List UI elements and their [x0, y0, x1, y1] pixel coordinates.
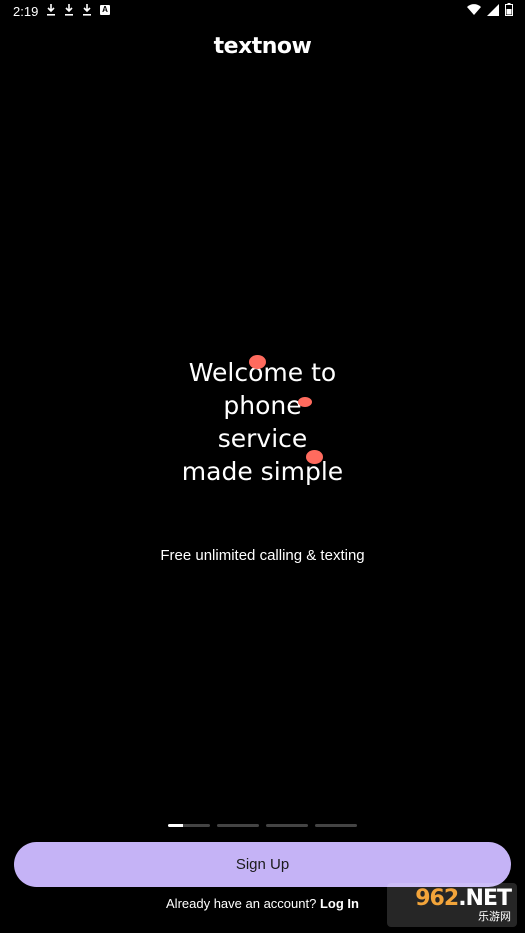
page-indicator-dot [315, 824, 357, 827]
chat-bubble-icon [249, 355, 266, 369]
signal-icon [487, 3, 499, 19]
status-bar: 2:19 A [0, 0, 525, 22]
welcome-headline: Welcome to phone service made simple [0, 356, 525, 488]
watermark-subtext: 乐游网 [478, 910, 511, 923]
notification-icons: A [46, 4, 110, 16]
chat-bubble-icon [306, 450, 323, 464]
page-indicator [168, 824, 357, 827]
page-indicator-dot [217, 824, 259, 827]
headline-line: service [217, 424, 308, 453]
download-icon [82, 4, 92, 16]
download-icon [46, 4, 56, 16]
system-icons [467, 3, 513, 19]
page-indicator-dot [168, 824, 210, 827]
log-in-link[interactable]: Log In [320, 896, 359, 911]
page-indicator-dot [266, 824, 308, 827]
download-icon [64, 4, 74, 16]
headline-line: made simple [181, 457, 344, 486]
watermark-text: 962.NET [415, 886, 512, 911]
textnow-logo: textnow [213, 34, 312, 59]
status-time: 2:19 [13, 4, 39, 19]
a-icon: A [100, 5, 110, 15]
sign-up-button[interactable]: Sign Up [14, 842, 511, 887]
tagline: Free unlimited calling & texting [160, 547, 365, 564]
wifi-icon [467, 3, 481, 19]
watermark-logo: 962.NET 乐游网 [387, 883, 517, 927]
headline-line: phone [223, 391, 302, 420]
chat-bubble-icon [298, 397, 312, 407]
battery-icon [505, 3, 513, 19]
login-prompt-text: Already have an account? [166, 896, 317, 911]
